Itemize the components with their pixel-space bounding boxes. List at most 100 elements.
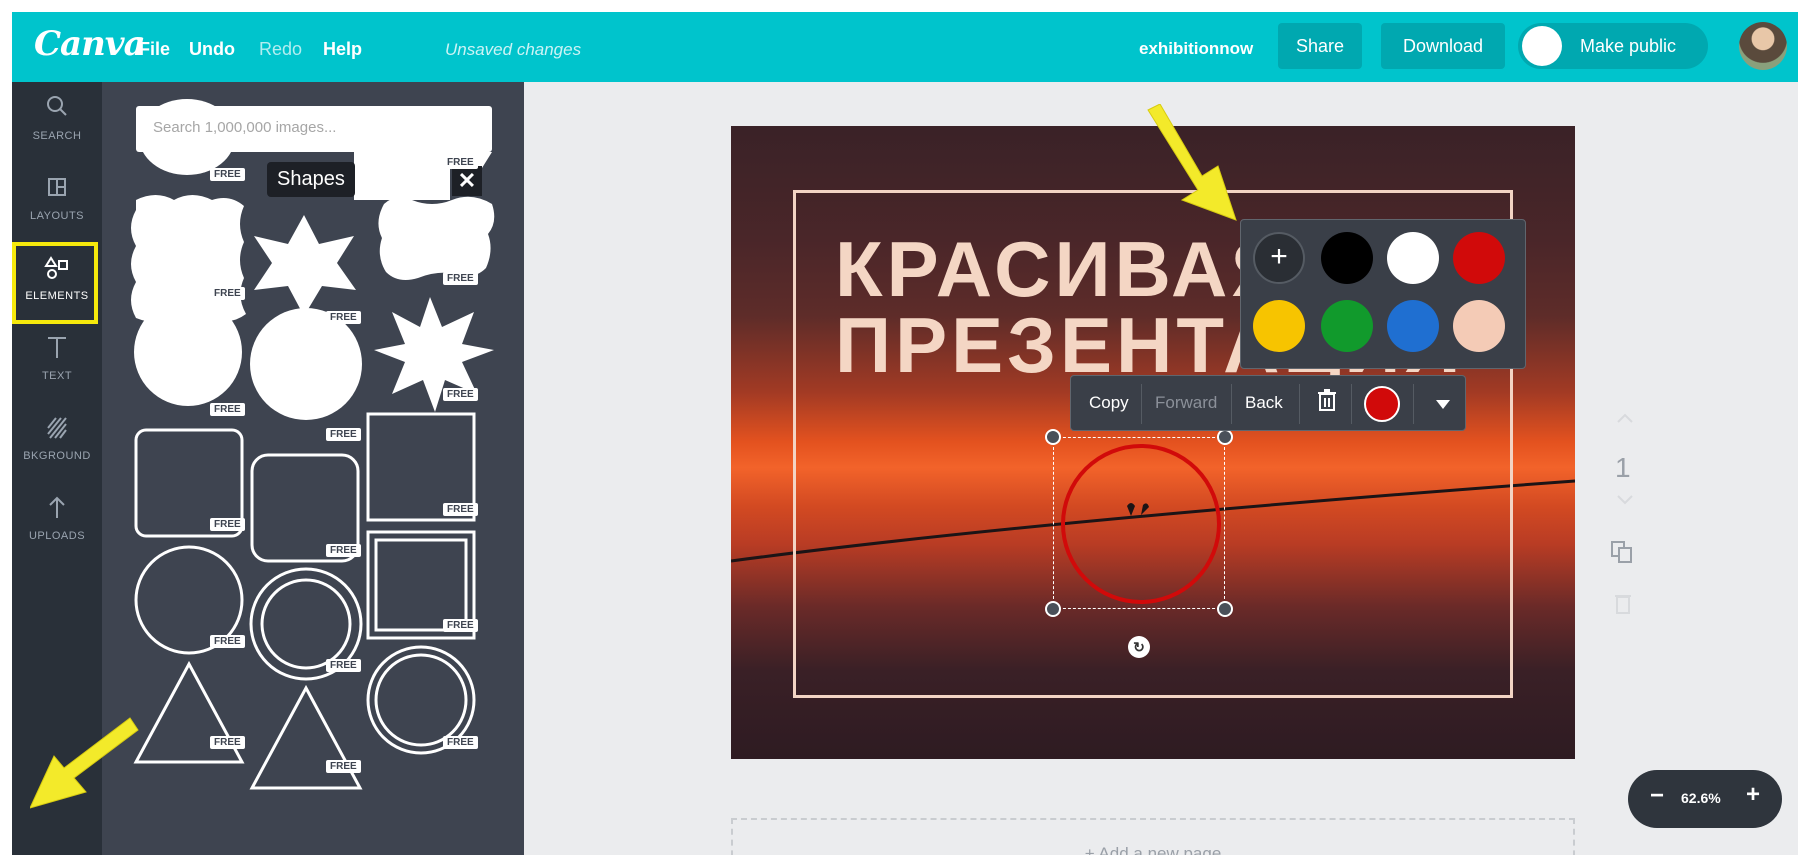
zoom-in-button[interactable]: +: [1746, 781, 1760, 809]
free-badge: FREE: [210, 168, 245, 181]
upload-icon: [49, 496, 65, 518]
selection-box: [1053, 437, 1225, 609]
free-badge: FREE: [443, 272, 478, 285]
color-picker-button[interactable]: [1364, 386, 1400, 422]
copy-button[interactable]: Copy: [1089, 393, 1129, 413]
screenshot-frame: Canva File Undo Redo Help Unsaved change…: [0, 0, 1809, 855]
sidebar-item-text[interactable]: TEXT: [12, 322, 102, 402]
color-swatch-white[interactable]: [1387, 232, 1439, 284]
resize-handle[interactable]: [1045, 601, 1061, 617]
color-swatch-yellow[interactable]: [1253, 300, 1305, 352]
zoom-level: 62.6%: [1681, 790, 1721, 806]
top-bar: Canva File Undo Redo Help Unsaved change…: [12, 12, 1798, 82]
resize-handle[interactable]: [1217, 601, 1233, 617]
menu-help[interactable]: Help: [323, 39, 362, 60]
color-swatch-red[interactable]: [1453, 232, 1505, 284]
sidebar-item-label: LAYOUTS: [29, 210, 85, 222]
free-badge: FREE: [443, 736, 478, 749]
caret-down-icon[interactable]: [1435, 390, 1451, 418]
background-icon: [47, 417, 67, 439]
elements-highlight-annotation: [12, 242, 98, 324]
free-badge: FREE: [210, 287, 245, 300]
search-icon: [47, 96, 67, 116]
free-badge: FREE: [210, 635, 245, 648]
menu-file[interactable]: File: [139, 39, 170, 60]
free-badge: FREE: [326, 659, 361, 672]
page-up-icon[interactable]: [1616, 412, 1634, 424]
menu-redo[interactable]: Redo: [259, 39, 302, 60]
zoom-out-button[interactable]: −: [1650, 782, 1664, 810]
resize-handle[interactable]: [1045, 429, 1061, 445]
forward-button[interactable]: Forward: [1155, 393, 1217, 413]
layouts-icon: [48, 178, 66, 196]
elements-panel: Search 1,000,000 images... Shapes ✕ FREE…: [102, 82, 524, 855]
save-status: Unsaved changes: [445, 40, 582, 59]
free-badge: FREE: [443, 156, 478, 169]
element-toolbar: Copy Forward Back: [1070, 375, 1466, 431]
annotation-arrow-icon: [1147, 104, 1237, 221]
delete-page-icon[interactable]: [1614, 592, 1632, 614]
free-badge: FREE: [326, 760, 361, 773]
free-badge: FREE: [210, 736, 245, 749]
sidebar-item-label: UPLOADS: [28, 530, 86, 542]
shape-item: [260, 578, 352, 670]
divider: [1299, 384, 1300, 424]
free-badge: FREE: [326, 428, 361, 441]
color-swatch-blue[interactable]: [1387, 300, 1439, 352]
page-number: 1: [1615, 452, 1631, 483]
shape-item: [378, 196, 495, 280]
panel-close-button[interactable]: ✕: [452, 166, 482, 196]
shape-item: [254, 215, 356, 316]
download-button[interactable]: Download: [1381, 23, 1505, 69]
page-down-icon[interactable]: [1616, 494, 1634, 506]
sidebar-item-search[interactable]: SEARCH: [12, 82, 102, 162]
sidebar-item-layouts[interactable]: LAYOUTS: [12, 162, 102, 242]
canva-editor: Canva File Undo Redo Help Unsaved change…: [12, 12, 1798, 855]
free-badge: FREE: [443, 388, 478, 401]
rotate-handle-icon[interactable]: ↻: [1128, 636, 1150, 658]
duplicate-page-icon[interactable]: [1610, 540, 1634, 564]
color-swatch-peach[interactable]: [1453, 300, 1505, 352]
annotation-arrow-icon: [30, 717, 139, 809]
text-icon: [48, 337, 66, 358]
username[interactable]: exhibitionnow: [1139, 39, 1253, 59]
shape-item: [374, 538, 468, 632]
add-page-button[interactable]: + Add a new page: [731, 818, 1575, 855]
free-badge: FREE: [210, 518, 245, 531]
shape-item: [134, 298, 242, 406]
free-badge: FREE: [326, 544, 361, 557]
free-badge: FREE: [443, 619, 478, 632]
sidebar-item-uploads[interactable]: UPLOADS: [12, 482, 102, 562]
zoom-control: − 62.6% +: [1628, 770, 1782, 828]
color-swatch-green[interactable]: [1321, 300, 1373, 352]
avatar[interactable]: [1739, 22, 1787, 70]
shape-item: [249, 684, 363, 790]
menu-undo[interactable]: Undo: [189, 39, 235, 60]
sidebar-item-background[interactable]: BKGROUND: [12, 402, 102, 482]
divider: [1413, 384, 1414, 424]
shape-item: [374, 653, 468, 747]
sidebar-item-label: BKGROUND: [23, 450, 91, 462]
back-button[interactable]: Back: [1245, 393, 1283, 413]
divider: [1141, 384, 1142, 424]
sidebar-item-label: SEARCH: [32, 130, 82, 142]
free-badge: FREE: [326, 311, 361, 324]
make-public-label: Make public: [1580, 36, 1677, 56]
trash-icon[interactable]: [1317, 388, 1337, 412]
shape-item: [250, 308, 362, 420]
divider: [1351, 384, 1352, 424]
color-swatch-black[interactable]: [1321, 232, 1373, 284]
sidebar-item-label: TEXT: [41, 370, 73, 382]
free-badge: FREE: [443, 503, 478, 516]
free-badge: FREE: [210, 403, 245, 416]
canva-logo[interactable]: Canva: [34, 24, 146, 64]
image-search-input[interactable]: Search 1,000,000 images...: [136, 106, 492, 152]
toggle-knob: [1522, 26, 1562, 66]
divider: [1231, 384, 1232, 424]
share-button[interactable]: Share: [1278, 23, 1362, 69]
make-public-toggle[interactable]: Make public: [1518, 23, 1708, 69]
resize-handle[interactable]: [1217, 429, 1233, 445]
color-palette: +: [1240, 219, 1526, 369]
shapes-tooltip: Shapes: [267, 162, 355, 197]
add-color-button[interactable]: +: [1253, 232, 1305, 284]
